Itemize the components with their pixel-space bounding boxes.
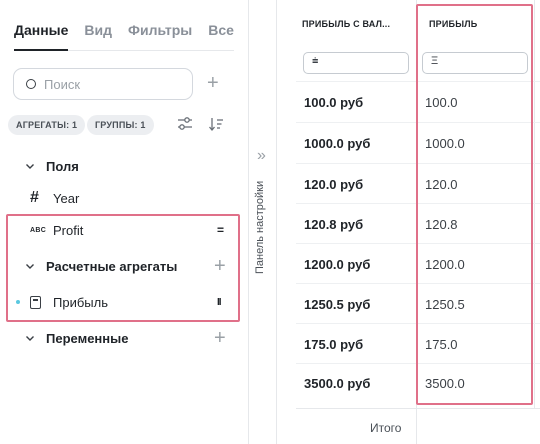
cell-profit[interactable]: 120.8 xyxy=(425,204,458,244)
cell-profit[interactable]: 1200.0 xyxy=(425,244,465,284)
double-chevron-right-icon[interactable]: » xyxy=(257,147,266,165)
active-tab-indicator xyxy=(14,49,68,51)
column-header-profit-currency[interactable]: ПРИБЫЛЬ С ВАЛ... xyxy=(302,0,416,48)
calculator-icon xyxy=(30,295,41,309)
section-fields[interactable]: Поля xyxy=(0,150,248,182)
search-placeholder: Поиск xyxy=(44,76,81,92)
column-divider xyxy=(534,0,535,408)
string-type-icon: ABC xyxy=(30,226,47,234)
filter-input-col1[interactable]: ⩧ xyxy=(303,52,409,74)
total-label: Итого xyxy=(370,421,402,435)
filter-input-col2[interactable]: Ξ xyxy=(422,52,528,74)
settings-panel-strip[interactable]: » Панель настройки xyxy=(248,0,277,444)
add-aggregate-button[interactable]: + xyxy=(214,255,226,278)
grid-footer: Итого xyxy=(296,408,540,444)
cell-profit[interactable]: 120.0 xyxy=(425,164,458,204)
chevron-down-icon xyxy=(26,164,34,169)
active-dot xyxy=(16,300,20,304)
cell-profit[interactable]: 1250.5 xyxy=(425,284,465,324)
field-profit-label: Profit xyxy=(53,222,84,238)
tab-filters[interactable]: Фильтры xyxy=(128,22,192,38)
add-field-button[interactable]: + xyxy=(207,73,219,93)
section-variables[interactable]: Переменные + xyxy=(0,322,248,354)
section-calc-label: Расчетные агрегаты xyxy=(46,258,178,274)
cell-profit[interactable]: 1000.0 xyxy=(425,123,465,163)
panel-tabs: Данные Вид Фильтры Все xyxy=(14,22,234,38)
field-year-label: Year xyxy=(53,190,80,206)
cell-profit-currency[interactable]: 1000.0 руб xyxy=(304,123,370,163)
sort-icon[interactable] xyxy=(208,116,224,132)
section-variables-label: Переменные xyxy=(46,330,129,346)
filter-icon: Ξ xyxy=(431,55,439,67)
cell-profit-currency[interactable]: 1200.0 руб xyxy=(304,244,370,284)
search-input[interactable]: Поиск xyxy=(13,68,193,100)
tab-data[interactable]: Данные xyxy=(14,22,68,38)
tab-view[interactable]: Вид xyxy=(84,22,112,38)
hash-icon: # xyxy=(30,189,39,206)
cell-profit-currency[interactable]: 175.0 руб xyxy=(304,324,363,364)
equals-icon[interactable]: = xyxy=(217,223,224,237)
cell-profit[interactable]: 175.0 xyxy=(425,324,458,364)
cell-profit-currency[interactable]: 120.0 руб xyxy=(304,164,363,204)
cell-profit-currency[interactable]: 120.8 руб xyxy=(304,204,363,244)
data-panel: Данные Вид Фильтры Все Поиск + АГРЕГАТЫ:… xyxy=(0,0,248,444)
calc-item-profit[interactable]: Прибыль II xyxy=(0,286,248,318)
cell-profit[interactable]: 3500.0 xyxy=(425,363,465,403)
cell-profit-currency[interactable]: 3500.0 руб xyxy=(304,363,370,403)
cell-profit-currency[interactable]: 100.0 руб xyxy=(304,82,363,122)
aggregates-chip[interactable]: АГРЕГАТЫ: 1 xyxy=(8,115,86,135)
field-item-year[interactable]: # Year xyxy=(0,182,248,214)
cell-profit-currency[interactable]: 1250.5 руб xyxy=(304,284,370,324)
drag-handle-icon[interactable]: II xyxy=(217,297,221,308)
cell-profit[interactable]: 100.0 xyxy=(425,82,458,122)
chevron-down-icon xyxy=(26,336,34,341)
field-item-profit[interactable]: ABC Profit = xyxy=(0,214,248,246)
settings-panel-label: Панель настройки xyxy=(254,180,266,274)
section-fields-label: Поля xyxy=(46,158,79,174)
filter-icon: ⩧ xyxy=(312,55,319,67)
chevron-down-icon xyxy=(26,264,34,269)
groups-chip[interactable]: ГРУППЫ: 1 xyxy=(87,115,154,135)
search-icon xyxy=(26,79,36,89)
section-calc-aggregates[interactable]: Расчетные агрегаты + xyxy=(0,250,248,282)
add-variable-button[interactable]: + xyxy=(214,327,226,350)
data-grid: ПРИБЫЛЬ С ВАЛ... ПРИБЫЛЬ ⩧ Ξ 100.0 руб 1… xyxy=(296,0,540,444)
column-header-profit[interactable]: ПРИБЫЛЬ xyxy=(429,0,533,48)
calc-profit-label: Прибыль xyxy=(53,294,108,310)
sliders-icon[interactable] xyxy=(177,116,193,132)
column-divider xyxy=(416,0,417,444)
tab-all[interactable]: Все xyxy=(208,22,234,38)
